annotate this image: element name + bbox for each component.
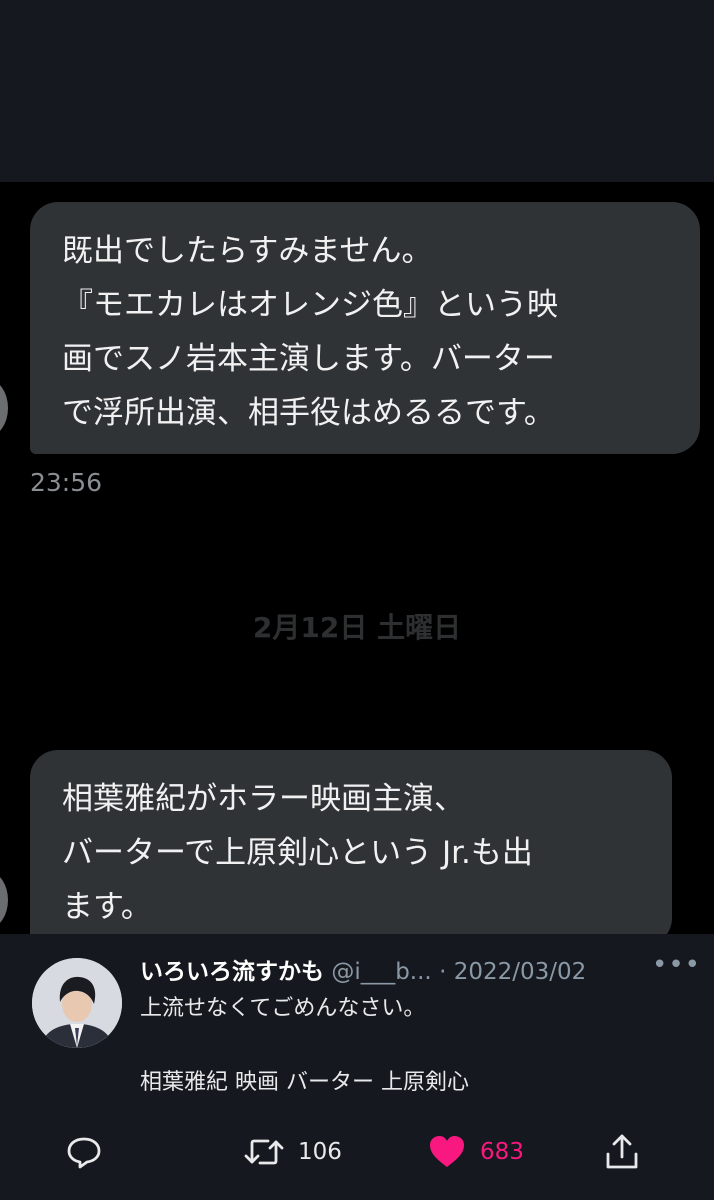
dm-screenshot: 既出でしたらすみません。 『モエカレはオレンジ色』という映 画でスノ岩本主演しま… [0,182,714,934]
more-icon[interactable]: ••• [652,950,701,980]
message-bubble: 相葉雅紀がホラー映画主演、 バーターで上原剣心という Jr.も出 ます。 [30,750,672,934]
message-bubble: 既出でしたらすみません。 『モエカレはオレンジ色』という映 画でスノ岩本主演しま… [30,202,700,454]
reply-button[interactable] [66,1130,102,1174]
message-time: 23:56 [30,468,103,497]
tweet-keywords: 相葉雅紀 映画 バーター 上原剣心 [140,1070,469,1095]
retweet-button[interactable]: 106 [244,1130,342,1174]
sender-avatar [0,380,8,436]
tweet[interactable]: いろいろ流すかも @i___b... · 2022/03/02 ••• 上流せな… [0,934,714,1200]
date-separator: 2月12日 土曜日 [252,611,462,644]
like-button[interactable]: 683 [428,1130,524,1174]
tweet-text: 上流せなくてごめんなさい。 [140,996,426,1021]
tweet-date[interactable]: 2022/03/02 [454,959,587,985]
separator: · [439,959,447,985]
display-name[interactable]: いろいろ流すかも [140,959,324,985]
heart-icon [430,1136,464,1167]
user-handle[interactable]: @i___b... [331,959,431,985]
avatar[interactable] [32,958,122,1048]
tweet-header: いろいろ流すかも @i___b... · 2022/03/02 [140,952,690,986]
retweet-icon [244,1139,284,1165]
share-button[interactable] [604,1130,640,1174]
reply-icon [67,1137,101,1169]
top-band [0,0,714,182]
retweet-count: 106 [298,1139,342,1165]
share-icon [606,1134,638,1169]
like-count: 683 [480,1139,524,1165]
sender-avatar [0,872,8,928]
